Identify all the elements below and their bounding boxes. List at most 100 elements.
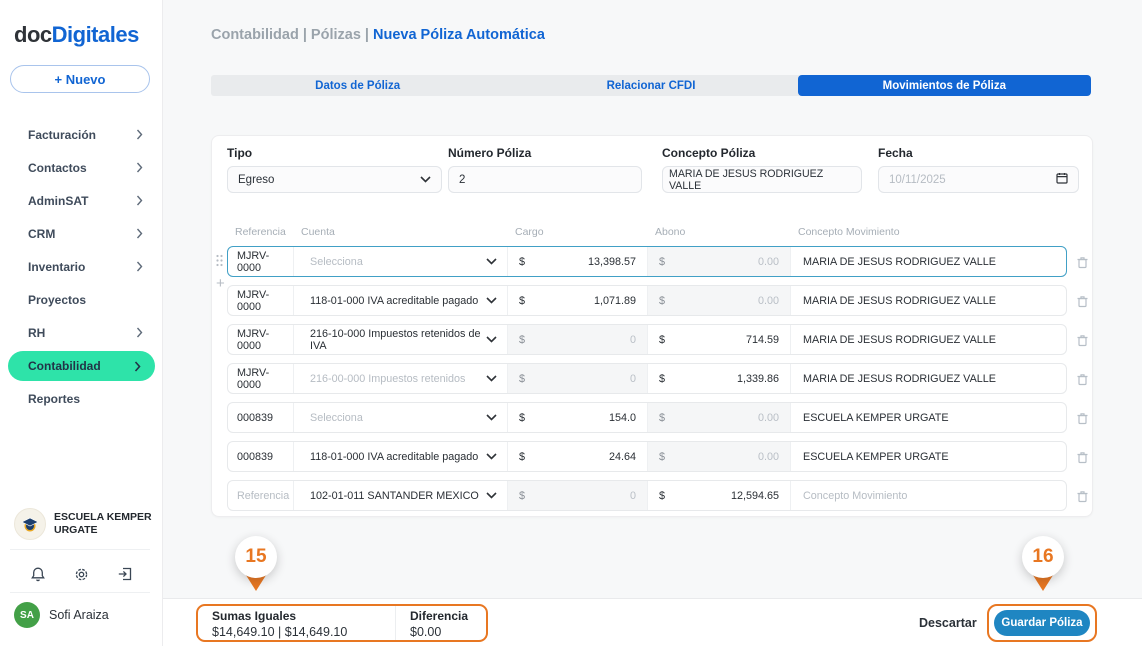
cargo-input[interactable]: $13,398.57 <box>507 247 647 276</box>
concepto-movimiento-input[interactable]: MARIA DE JESUS RODRIGUEZ VALLE <box>790 325 1066 354</box>
sidebar-item-contabilidad[interactable]: Contabilidad <box>8 351 155 381</box>
chevron-down-icon <box>486 414 497 421</box>
trash-icon[interactable] <box>1076 255 1089 269</box>
cargo-input[interactable]: $0 <box>507 364 647 393</box>
sidebar-item-reportes[interactable]: Reportes <box>0 382 163 415</box>
referencia-cell[interactable]: MJRV-0000 <box>228 364 293 393</box>
cargo-input[interactable]: $154.0 <box>507 403 647 432</box>
sidebar-item-inventario[interactable]: Inventario <box>0 250 163 283</box>
drag-handle-icon[interactable] <box>215 254 224 272</box>
trash-icon[interactable] <box>1076 450 1089 464</box>
tipo-label: Tipo <box>227 146 253 160</box>
trash-icon[interactable] <box>1076 294 1089 308</box>
trash-icon[interactable] <box>1076 372 1089 386</box>
abono-input[interactable]: $1,339.86 <box>647 364 790 393</box>
sidebar-item-adminsat[interactable]: AdminSAT <box>0 184 163 217</box>
new-button[interactable]: + Nuevo <box>10 65 150 93</box>
diferencia-value: $0.00 <box>410 625 442 639</box>
referencia-cell[interactable]: MJRV-0000 <box>228 247 293 276</box>
abono-input[interactable]: $714.59 <box>647 325 790 354</box>
tipo-select[interactable]: Egreso <box>227 166 442 193</box>
table-row: MJRV-0000 Selecciona $13,398.57 $0.00 MA… <box>227 246 1091 277</box>
cuenta-select[interactable]: Selecciona <box>293 247 507 276</box>
abono-input[interactable]: $0.00 <box>647 247 790 276</box>
concepto-movimiento-input[interactable]: MARIA DE JESUS RODRIGUEZ VALLE <box>790 286 1066 315</box>
chevron-down-icon <box>486 297 497 304</box>
chevron-right-icon <box>136 261 143 272</box>
chevron-right-icon <box>136 195 143 206</box>
concepto-movimiento-input[interactable]: ESCUELA KEMPER URGATE <box>790 442 1066 471</box>
concepto-poliza-input[interactable]: MARIA DE JESUS RODRIGUEZ VALLE <box>662 166 862 193</box>
sidebar-item-contactos[interactable]: Contactos <box>0 151 163 184</box>
tab-relacionar-cfdi[interactable]: Relacionar CFDI <box>504 75 797 96</box>
col-abono: Abono <box>655 226 686 238</box>
abono-input[interactable]: $0.00 <box>647 403 790 432</box>
footer-bar: Sumas Iguales $14,649.10 | $14,649.10 Di… <box>163 598 1142 646</box>
col-cargo: Cargo <box>515 226 544 238</box>
table-row: Referencia 102-01-011 SANTANDER MEXICO $… <box>227 480 1091 511</box>
numero-poliza-input[interactable]: 2 <box>448 166 642 193</box>
cuenta-select[interactable]: 118-01-000 IVA acreditable pagado <box>293 286 507 315</box>
bell-icon[interactable] <box>26 562 50 586</box>
chevron-right-icon <box>134 360 141 372</box>
sumas-iguales-value: $14,649.10 | $14,649.10 <box>212 625 348 639</box>
trash-icon[interactable] <box>1076 333 1089 347</box>
sumas-panel: Sumas Iguales $14,649.10 | $14,649.10 Di… <box>196 604 488 642</box>
sidebar-item-crm[interactable]: CRM <box>0 217 163 250</box>
tab-datos-de-poliza[interactable]: Datos de Póliza <box>211 75 504 96</box>
referencia-cell[interactable]: 000839 <box>228 442 293 471</box>
cuenta-select[interactable]: 102-01-011 SANTANDER MEXICO <box>293 481 507 510</box>
main-content: Contabilidad | Pólizas | Nueva Póliza Au… <box>163 0 1142 646</box>
referencia-cell[interactable]: MJRV-0000 <box>228 325 293 354</box>
chevron-down-icon <box>486 336 497 343</box>
cargo-input[interactable]: $1,071.89 <box>507 286 647 315</box>
breadcrumb-trail[interactable]: Contabilidad | Pólizas | <box>211 27 369 43</box>
cargo-input[interactable]: $0 <box>507 481 647 510</box>
chevron-down-icon <box>486 375 497 382</box>
chevron-down-icon <box>486 492 497 499</box>
abono-input[interactable]: $0.00 <box>647 442 790 471</box>
add-row-icon[interactable]: + <box>216 275 225 292</box>
gear-icon[interactable] <box>69 562 93 586</box>
cargo-input[interactable]: $24.64 <box>507 442 647 471</box>
diferencia-label: Diferencia <box>410 609 469 623</box>
referencia-cell[interactable]: 000839 <box>228 403 293 432</box>
user-avatar: SA <box>14 602 40 628</box>
abono-input[interactable]: $0.00 <box>647 286 790 315</box>
sidebar-menu: Facturación Contactos AdminSAT CRM Inven… <box>0 118 163 415</box>
tab-movimientos-de-poliza[interactable]: Movimientos de Póliza <box>797 75 1091 96</box>
cuenta-select[interactable]: 216-10-000 Impuestos retenidos de IVA <box>293 325 507 354</box>
cuenta-select[interactable]: 118-01-000 IVA acreditable pagado <box>293 442 507 471</box>
fecha-label: Fecha <box>878 146 913 160</box>
descartar-button[interactable]: Descartar <box>919 599 977 647</box>
chevron-right-icon <box>136 129 143 140</box>
concepto-movimiento-input[interactable]: Concepto Movimiento <box>790 481 1066 510</box>
sumas-iguales-label: Sumas Iguales <box>212 609 297 623</box>
concepto-movimiento-input[interactable]: MARIA DE JESUS RODRIGUEZ VALLE <box>790 247 1066 276</box>
trash-icon[interactable] <box>1076 411 1089 425</box>
trash-icon[interactable] <box>1076 489 1089 503</box>
concepto-movimiento-input[interactable]: MARIA DE JESUS RODRIGUEZ VALLE <box>790 364 1066 393</box>
referencia-cell[interactable]: MJRV-0000 <box>228 286 293 315</box>
fecha-input[interactable]: 10/11/2025 <box>878 166 1079 193</box>
user-menu[interactable]: SA Sofi Araiza <box>14 602 109 628</box>
cuenta-select[interactable]: Selecciona <box>293 403 507 432</box>
abono-input[interactable]: $12,594.65 <box>647 481 790 510</box>
table-row: MJRV-0000 216-00-000 Impuestos retenidos… <box>227 363 1091 394</box>
tab-bar: Datos de Póliza Relacionar CFDI Movimien… <box>211 75 1091 96</box>
organization-switcher[interactable]: ESCUELA KEMPER URGATE <box>14 508 154 540</box>
sidebar-quick-actions <box>0 562 163 586</box>
sidebar-item-rh[interactable]: RH <box>0 316 163 349</box>
calendar-icon[interactable] <box>1056 172 1068 187</box>
referencia-cell[interactable]: Referencia <box>228 481 293 510</box>
logout-icon[interactable] <box>113 562 137 586</box>
numero-poliza-label: Número Póliza <box>448 146 532 160</box>
sidebar-item-proyectos[interactable]: Proyectos <box>0 283 163 316</box>
sidebar-item-facturacion[interactable]: Facturación <box>0 118 163 151</box>
cuenta-select[interactable]: 216-00-000 Impuestos retenidos <box>293 364 507 393</box>
cargo-input[interactable]: $0 <box>507 325 647 354</box>
guardar-poliza-button[interactable]: Guardar Póliza <box>994 610 1090 636</box>
guardar-poliza-highlight: Guardar Póliza <box>987 604 1097 642</box>
concepto-movimiento-input[interactable]: ESCUELA KEMPER URGATE <box>790 403 1066 432</box>
table-header: Referencia Cuenta Cargo Abono Concepto M… <box>227 226 1067 238</box>
